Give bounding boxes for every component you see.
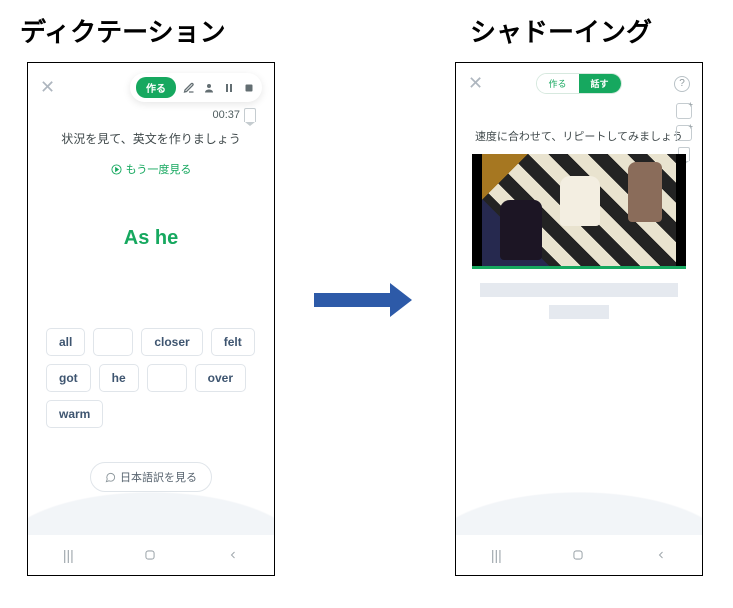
close-icon[interactable]: ✕	[40, 77, 55, 98]
video-player[interactable]	[472, 154, 686, 266]
instruction: 状況を見て、英文を作りましょう	[28, 130, 274, 147]
word-chip[interactable]: warm	[46, 400, 103, 428]
home-icon[interactable]	[571, 548, 585, 562]
word-chip[interactable]: over	[195, 364, 246, 392]
recent-apps-icon[interactable]: |||	[491, 547, 502, 563]
side-action-icons	[676, 103, 692, 161]
close-icon[interactable]: ✕	[468, 73, 483, 94]
word-chip-blank[interactable]	[147, 364, 187, 392]
back-icon[interactable]	[227, 549, 239, 561]
word-chip[interactable]: got	[46, 364, 91, 392]
caption-placeholder-small	[549, 305, 609, 319]
video-thumbnail	[482, 154, 676, 266]
word-chip[interactable]: closer	[141, 328, 202, 356]
person-icon[interactable]	[202, 81, 216, 95]
bookmark-icon[interactable]	[244, 108, 256, 122]
phone-shadowing: ✕ 作る 話す ? 速度に合わせて、リピートしてみましょう |||	[455, 62, 703, 576]
word-chip[interactable]: felt	[211, 328, 255, 356]
android-navbar: |||	[28, 535, 274, 575]
pause-icon[interactable]	[222, 81, 236, 95]
phone-dictation: ✕ 作る 00:37 状況を見て、英文を作りましょう もう一度見る As he …	[27, 62, 275, 576]
flow-arrow	[314, 286, 412, 314]
timer-row: 00:37	[28, 108, 274, 122]
mode-tabs: 作る 話す	[536, 73, 622, 94]
see-again-button[interactable]: もう一度見る	[28, 161, 274, 177]
decorative-wave	[28, 475, 274, 535]
word-chip[interactable]: all	[46, 328, 85, 356]
add-card-icon[interactable]	[676, 103, 692, 119]
back-icon[interactable]	[655, 549, 667, 561]
current-answer-text: As he	[28, 227, 274, 250]
topbar: ✕ 作る	[28, 63, 274, 106]
section-label-shadowing: シャドーイング	[470, 12, 652, 49]
word-chip-blank[interactable]	[93, 328, 133, 356]
caption-placeholder	[480, 283, 678, 297]
word-chip[interactable]: he	[99, 364, 139, 392]
recent-apps-icon[interactable]: |||	[63, 547, 74, 563]
add-note-icon[interactable]	[676, 125, 692, 141]
toolbar: 作る	[130, 73, 262, 102]
help-icon[interactable]: ?	[674, 76, 690, 92]
topbar: ✕ 作る 話す ?	[456, 63, 702, 98]
mode-pill[interactable]: 作る	[136, 77, 176, 98]
edit-icon[interactable]	[182, 81, 196, 95]
timer: 00:37	[212, 109, 240, 121]
see-again-label: もう一度見る	[126, 161, 192, 177]
tab-speak[interactable]: 話す	[579, 74, 621, 93]
decorative-wave	[456, 475, 702, 535]
instruction: 速度に合わせて、リピートしてみましょう	[456, 128, 702, 144]
stop-icon[interactable]	[242, 81, 256, 95]
tab-make[interactable]: 作る	[537, 74, 579, 93]
video-progress-bar[interactable]	[472, 266, 686, 269]
word-bank: all closer felt got he over warm	[28, 328, 274, 428]
home-icon[interactable]	[143, 548, 157, 562]
android-navbar: |||	[456, 535, 702, 575]
section-label-dictation: ディクテーション	[20, 12, 226, 49]
